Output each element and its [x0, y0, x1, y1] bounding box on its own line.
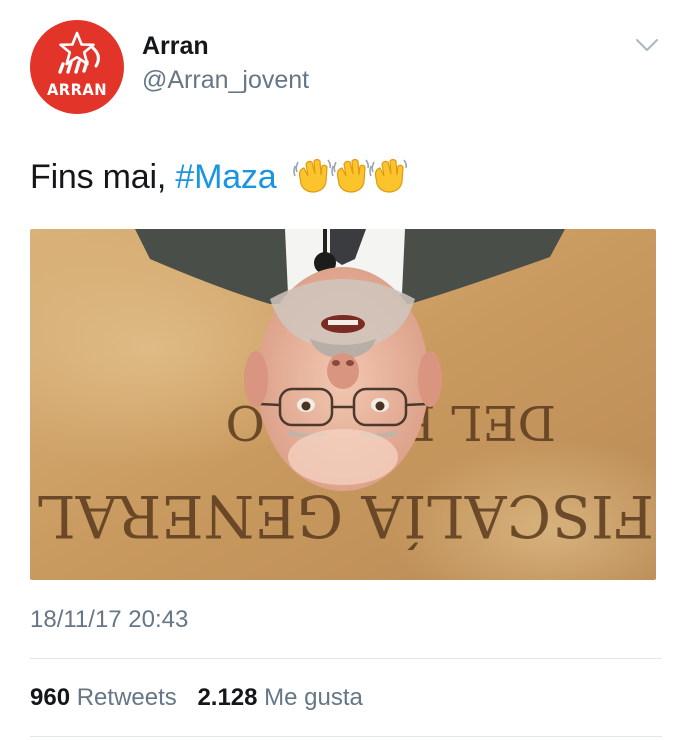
waving-hand-icon — [292, 158, 331, 193]
likes-stat[interactable]: 2.128 Me gusta — [197, 684, 362, 712]
photo-upside-down: DEL ESTADO FISCALÍA GENERAL — [30, 229, 656, 580]
retweets-count: 960 — [30, 684, 71, 711]
divider — [30, 736, 662, 737]
emoji-group — [292, 156, 407, 203]
waving-hand-icon — [330, 158, 369, 193]
tweet-text-body: Fins mai, — [30, 158, 176, 196]
tweet-stats: 960 Retweets 2.128 Me gusta — [30, 684, 363, 712]
hashtag-link[interactable]: #Maza — [175, 158, 276, 196]
sign-text-lower: FISCALÍA GENERAL — [37, 482, 654, 550]
divider — [30, 658, 662, 659]
waving-hand-icon — [368, 158, 407, 193]
tweet-media-photo[interactable]: DEL ESTADO FISCALÍA GENERAL — [30, 229, 656, 580]
avatar[interactable]: ARRAN — [30, 20, 124, 114]
tweet-text: Fins mai, #Maza — [30, 156, 407, 203]
tweet-timestamp: 18/11/17 20:43 — [30, 606, 189, 633]
chevron-down-icon[interactable] — [634, 36, 660, 54]
user-handle[interactable]: @Arran_jovent — [142, 66, 309, 95]
likes-label: Me gusta — [264, 684, 363, 711]
avatar-label: ARRAN — [46, 80, 108, 99]
retweets-label: Retweets — [76, 684, 177, 711]
likes-count: 2.128 — [197, 684, 258, 711]
arran-logo-icon — [58, 31, 100, 74]
retweets-stat[interactable]: 960 Retweets — [30, 684, 177, 712]
display-name[interactable]: Arran — [142, 32, 209, 61]
tweet-card: ARRAN Arran @Arran_jovent Fins mai, #Maz… — [0, 0, 685, 740]
